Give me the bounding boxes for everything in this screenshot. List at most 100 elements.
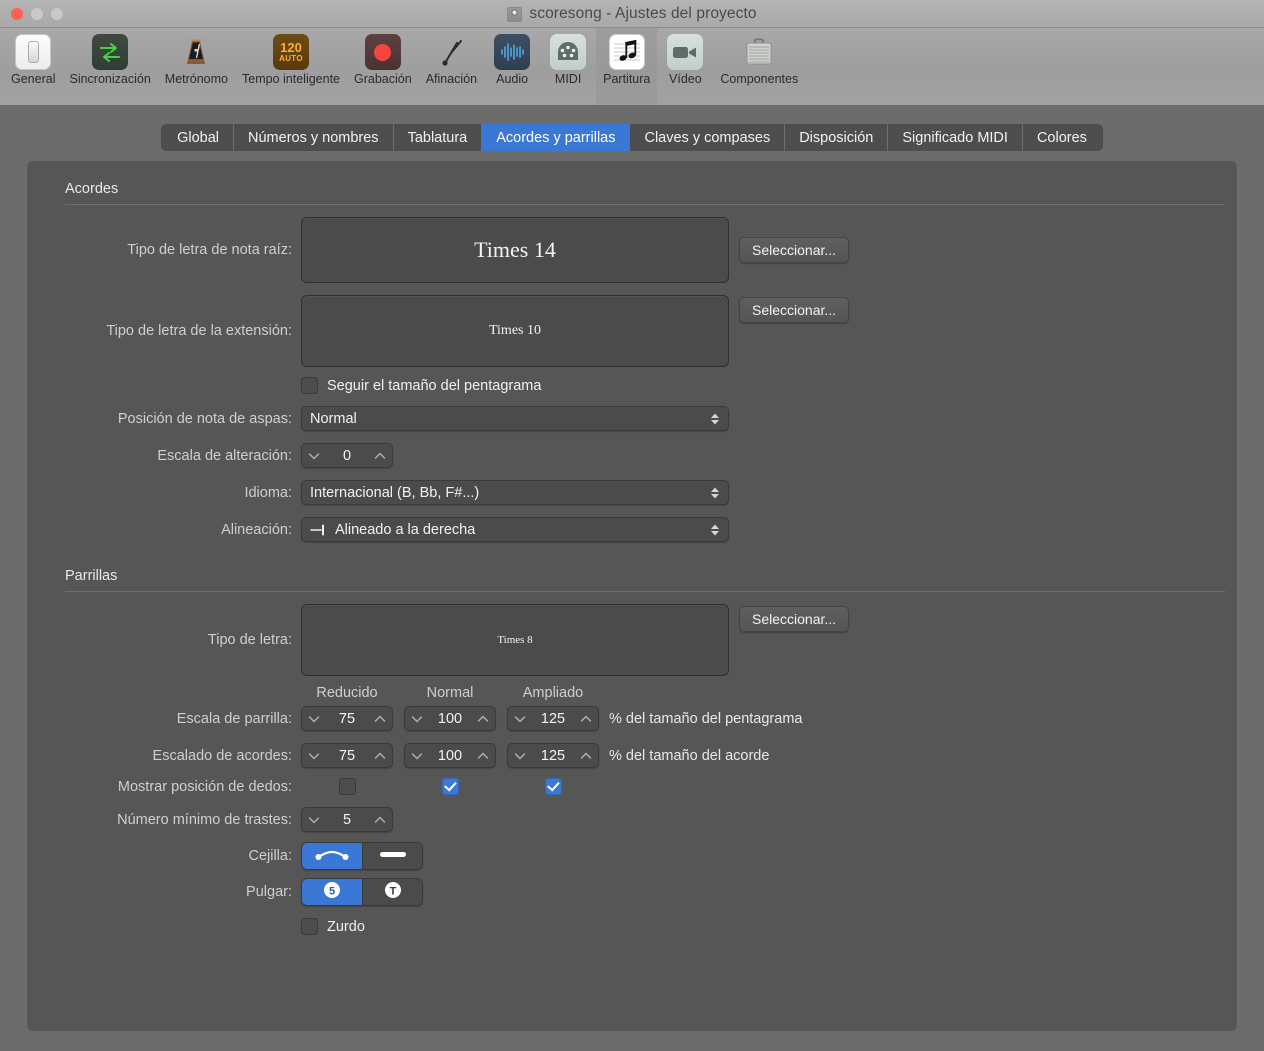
tab-significado-midi[interactable]: Significado MIDI <box>888 124 1023 151</box>
root-font-select-button[interactable]: Seleccionar... <box>739 237 850 263</box>
stepper-up-icon[interactable] <box>580 714 592 723</box>
score-settings-tabstrip: Global Números y nombres Tablatura Acord… <box>12 124 1252 151</box>
thumb-t-option[interactable]: T <box>362 879 422 905</box>
grid-scale-stepper-ampliado[interactable]: 125 <box>507 706 599 731</box>
close-button[interactable] <box>11 8 23 20</box>
toolbar-item-label: Sincronización <box>69 72 151 86</box>
toolbar-item-video[interactable]: Vídeo <box>657 28 713 105</box>
stepper-down-icon[interactable] <box>308 715 320 723</box>
extension-font-preview[interactable]: Times 10 <box>301 295 729 367</box>
chord-scale-unit: % del tamaño del acorde <box>609 747 770 764</box>
thumb-5-option[interactable]: 5 <box>302 879 362 905</box>
settings-toolbar: General Sincronización Metrónomo 120 AUT… <box>0 28 1264 106</box>
tab-tablatura[interactable]: Tablatura <box>393 124 483 151</box>
chord-scale-stepper-reducido[interactable]: 75 <box>301 743 393 768</box>
left-handed-checkbox[interactable] <box>301 918 318 935</box>
extension-font-select-button[interactable]: Seleccionar... <box>739 297 850 323</box>
tab-claves-y-compases[interactable]: Claves y compases <box>630 124 786 151</box>
tab-global[interactable]: Global <box>161 124 235 151</box>
cross-note-position-select[interactable]: Normal <box>301 406 729 431</box>
briefcase-icon <box>741 34 777 70</box>
stepper-down-icon[interactable] <box>514 752 526 760</box>
row-min-frets: Número mínimo de trastes: 5 <box>53 807 1211 832</box>
project-document-icon <box>507 6 523 22</box>
stepper-up-icon[interactable] <box>374 751 386 760</box>
toolbar-item-tempo-inteligente[interactable]: 120 AUTO Tempo inteligente <box>235 28 347 105</box>
tab-colores[interactable]: Colores <box>1022 124 1103 151</box>
grid-font-preview[interactable]: Times 8 <box>301 604 729 676</box>
toolbar-item-partitura[interactable]: Partitura <box>596 28 658 105</box>
toolbar-item-label: Vídeo <box>669 72 702 86</box>
toolbar-item-label: Tempo inteligente <box>242 72 340 86</box>
accidental-scale-stepper[interactable]: 0 <box>301 443 393 468</box>
toolbar-item-componentes[interactable]: Componentes <box>713 28 805 105</box>
grid-scale-stepper-normal[interactable]: 100 <box>404 706 496 731</box>
chevron-updown-icon <box>710 523 720 537</box>
grid-scale-stepper-reducido[interactable]: 75 <box>301 706 393 731</box>
show-fingering-checkbox-ampliado[interactable] <box>544 778 562 795</box>
stepper-up-icon[interactable] <box>477 751 489 760</box>
capo-label: Cejilla: <box>248 848 292 864</box>
thumb-segmented-control: 5 T <box>301 878 423 906</box>
language-label: Idioma: <box>244 484 292 501</box>
toolbar-item-label: Componentes <box>720 72 799 86</box>
alignment-select[interactable]: Alineado a la derecha <box>301 517 729 542</box>
show-fingering-checkbox-reducido[interactable] <box>338 778 356 795</box>
stepper-down-icon[interactable] <box>308 452 320 460</box>
capo-bar-option[interactable] <box>362 843 422 869</box>
stepper-down-icon[interactable] <box>514 715 526 723</box>
row-chord-scale: Escalado de acordes: 75 100 125 % del ta… <box>53 743 1211 768</box>
stepper-up-icon[interactable] <box>580 751 592 760</box>
grid-scale-value-reducido: 75 <box>338 710 356 727</box>
row-show-fingering: Mostrar posición de dedos: <box>53 778 1211 795</box>
stepper-down-icon[interactable] <box>308 816 320 824</box>
tab-acordes-y-parrillas[interactable]: Acordes y parrillas <box>482 124 631 151</box>
zoom-button[interactable] <box>51 8 63 20</box>
stepper-down-icon[interactable] <box>411 715 423 723</box>
language-value: Internacional (B, Bb, F#...) <box>310 484 480 501</box>
stepper-up-icon[interactable] <box>477 714 489 723</box>
stepper-down-icon[interactable] <box>308 752 320 760</box>
show-fingering-checkbox-normal[interactable] <box>441 778 459 795</box>
toolbar-item-afinacion[interactable]: Afinación <box>419 28 484 105</box>
stepper-down-icon[interactable] <box>411 752 423 760</box>
follow-staff-size-label: Seguir el tamaño del pentagrama <box>327 377 542 394</box>
min-frets-stepper[interactable]: 5 <box>301 807 393 832</box>
section-divider-parrillas <box>65 591 1225 592</box>
minimize-button[interactable] <box>31 8 43 20</box>
row-follow-staff-size: Seguir el tamaño del pentagrama <box>53 377 1211 394</box>
chord-scale-label: Escalado de acordes: <box>152 747 292 764</box>
toolbar-item-audio[interactable]: Audio <box>484 28 540 105</box>
toolbar-item-label: Grabación <box>354 72 412 86</box>
tab-disposicion[interactable]: Disposición <box>785 124 889 151</box>
toolbar-item-grabacion[interactable]: Grabación <box>347 28 419 105</box>
sync-arrows-icon <box>92 34 129 70</box>
row-alignment: Alineación: Alineado a la derecha <box>53 517 1211 542</box>
root-font-label: Tipo de letra de nota raíz: <box>127 242 292 258</box>
root-font-preview[interactable]: Times 14 <box>301 217 729 283</box>
toolbar-item-general[interactable]: General <box>4 28 62 105</box>
toolbar-item-metronomo[interactable]: Metrónomo <box>158 28 235 105</box>
thumb-label: Pulgar: <box>246 884 292 900</box>
toolbar-item-midi[interactable]: MIDI <box>540 28 596 105</box>
stepper-up-icon[interactable] <box>374 714 386 723</box>
follow-staff-size-checkbox[interactable] <box>301 377 318 394</box>
toolbar-item-label: Afinación <box>425 72 478 86</box>
chord-scale-stepper-ampliado[interactable]: 125 <box>507 743 599 768</box>
left-handed-label: Zurdo <box>327 918 365 935</box>
tab-numeros-y-nombres[interactable]: Números y nombres <box>234 124 394 151</box>
language-select[interactable]: Internacional (B, Bb, F#...) <box>301 480 729 505</box>
chord-scale-value-ampliado: 125 <box>540 747 566 764</box>
stepper-up-icon[interactable] <box>374 451 386 460</box>
tuning-fork-icon <box>433 34 469 70</box>
extension-font-label: Tipo de letra de la extensión: <box>106 323 292 339</box>
grid-font-select-button[interactable]: Seleccionar... <box>739 606 850 632</box>
tempo-badge-value: 120 <box>280 39 302 55</box>
capo-segmented-control <box>301 842 423 870</box>
stepper-up-icon[interactable] <box>374 815 386 824</box>
chord-scale-stepper-normal[interactable]: 100 <box>404 743 496 768</box>
capo-arc-option[interactable] <box>302 843 362 869</box>
toolbar-item-sincronizacion[interactable]: Sincronización <box>62 28 157 105</box>
grid-scale-label: Escala de parrilla: <box>176 710 292 727</box>
metronome-icon <box>178 34 214 70</box>
